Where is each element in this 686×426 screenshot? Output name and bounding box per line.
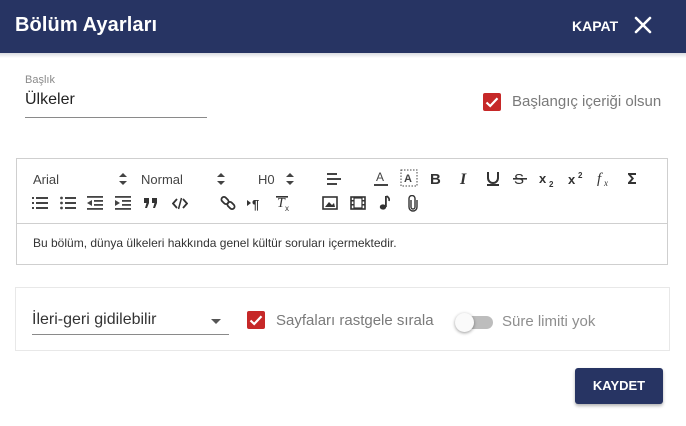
font-select[interactable]: Arial [33,172,59,187]
check-icon [249,315,263,326]
svg-text:x: x [568,172,576,187]
close-icon[interactable] [633,15,653,35]
video-icon[interactable] [350,196,366,210]
heading-select-arrows-icon[interactable] [286,173,294,185]
background-color-icon[interactable]: A [400,169,418,187]
align-icon[interactable] [326,172,342,186]
shuffle-pages-checkbox[interactable] [247,311,265,329]
italic-icon[interactable]: I [458,171,472,186]
svg-text:x: x [603,178,608,188]
link-icon[interactable] [220,195,236,211]
outdent-icon[interactable] [87,195,103,211]
bold-icon[interactable]: B [429,171,443,186]
editor-content[interactable]: Bu bölüm, dünya ülkeleri hakkında genel … [33,236,397,250]
shuffle-pages-label: Sayfaları rastgele sırala [276,312,434,329]
svg-text:B: B [430,171,441,186]
header-shadow [0,53,686,58]
code-icon[interactable] [172,197,188,210]
style-select[interactable]: Normal [141,172,183,187]
ordered-list-icon[interactable] [32,196,48,211]
navigation-select[interactable]: İleri-geri gidilebilir [32,311,156,329]
close-button-label[interactable]: KAPAT [572,18,618,34]
navigation-select-underline [32,334,229,335]
svg-text:2: 2 [578,171,583,180]
strikethrough-icon[interactable]: S [513,171,527,186]
image-icon[interactable] [322,196,338,210]
chevron-down-icon[interactable] [210,318,222,325]
underline-icon[interactable] [485,170,501,187]
svg-text:A: A [404,173,412,185]
font-select-arrows-icon[interactable] [119,173,127,185]
dialog-header: Bölüm Ayarları KAPAT [0,0,686,53]
style-select-arrows-icon[interactable] [217,173,225,185]
attachment-icon[interactable] [407,195,419,212]
time-limit-label: Süre limiti yok [502,313,596,330]
superscript-icon[interactable]: x 2 [568,170,586,187]
title-input[interactable]: Ülkeler [25,91,75,109]
check-icon [485,97,499,108]
blockquote-icon[interactable] [143,196,159,210]
clear-formatting-icon[interactable]: T x [276,195,292,212]
rich-text-editor: Arial Normal H0 A A B I S x 2 x 2 f x ¶ … [16,158,668,265]
title-input-underline [25,117,207,118]
formula-icon[interactable]: f x [597,170,613,188]
time-limit-toggle[interactable] [455,313,474,332]
svg-text:A: A [376,170,384,184]
indent-icon[interactable] [115,195,131,211]
subscript-icon[interactable]: x 2 [539,171,557,188]
svg-text:2: 2 [549,180,554,188]
svg-text:x: x [539,171,547,186]
audio-icon[interactable] [379,195,391,211]
svg-text:x: x [285,204,289,212]
start-content-checkbox[interactable] [483,93,501,111]
toolbar-divider [17,223,667,224]
dialog-title: Bölüm Ayarları [15,14,158,36]
title-field-label: Başlık [25,74,55,86]
text-color-icon[interactable]: A [373,170,389,187]
heading-select[interactable]: H0 [258,172,275,187]
sigma-icon[interactable] [626,171,638,186]
start-content-checkbox-label: Başlangıç içeriği olsun [512,93,662,110]
save-button[interactable]: KAYDET [575,368,663,404]
svg-text:I: I [459,171,467,186]
text-direction-icon[interactable]: ¶ [247,196,263,211]
svg-text:¶: ¶ [252,197,259,211]
svg-text:f: f [597,171,603,187]
bullet-list-icon[interactable] [60,196,76,211]
